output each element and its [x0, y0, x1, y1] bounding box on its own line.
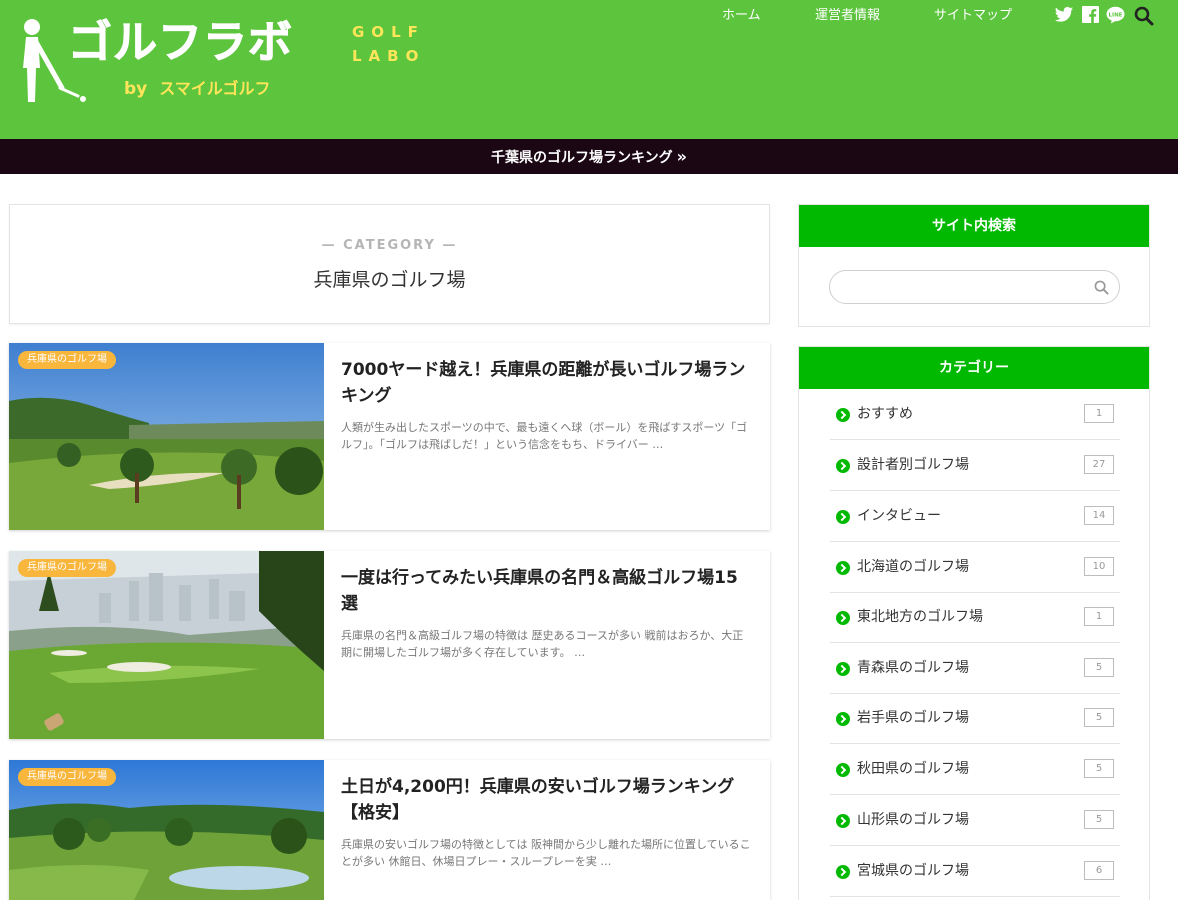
- chevron-right-icon: [836, 459, 850, 473]
- category-item[interactable]: おすすめ 1: [830, 389, 1120, 440]
- golf-course-image-icon: [9, 343, 324, 530]
- chevron-right-icon: [836, 510, 850, 524]
- site-logo[interactable]: ゴルフラボ GOLF LABO by スマイルゴルフ: [16, 14, 446, 109]
- article-card[interactable]: 兵庫県のゴルフ場 一度は行ってみたい兵庫県の名門＆高級ゴルフ場15選 兵庫県の名…: [9, 551, 770, 739]
- article-thumbnail[interactable]: 兵庫県のゴルフ場: [9, 760, 324, 900]
- line-icon[interactable]: LINE: [1106, 6, 1125, 28]
- chevron-right-icon: [836, 865, 850, 879]
- category-count: 27: [1084, 455, 1114, 474]
- category-name: 秋田県のゴルフ場: [857, 761, 969, 777]
- twitter-icon[interactable]: [1054, 6, 1074, 28]
- ranking-banner-text: 千葉県のゴルフ場ランキング: [491, 150, 673, 166]
- article-thumbnail[interactable]: 兵庫県のゴルフ場: [9, 343, 324, 530]
- category-count: 5: [1084, 708, 1114, 727]
- logo-labo-text: LABO: [352, 47, 426, 65]
- svg-text:LINE: LINE: [1109, 12, 1123, 18]
- category-header: — CATEGORY — 兵庫県のゴルフ場: [9, 204, 770, 324]
- logo-title: ゴルフラボ: [68, 17, 293, 69]
- category-item[interactable]: インタビュー 14: [830, 491, 1120, 542]
- ranking-banner: 千葉県のゴルフ場ランキング»: [0, 139, 1178, 174]
- chevron-right-icon: [836, 611, 850, 625]
- category-count: 10: [1084, 557, 1114, 576]
- category-name: おすすめ: [857, 406, 913, 422]
- category-count: 14: [1084, 506, 1114, 525]
- article-card[interactable]: 兵庫県のゴルフ場 7000ヤード越え！兵庫県の距離が長いゴルフ場ランキング 人類…: [9, 343, 770, 530]
- chevron-right-icon: [836, 814, 850, 828]
- article-excerpt: 人類が生み出したスポーツの中で、最も遠くへ球（ボール）を飛ばすスポーツ「ゴルフ」…: [341, 421, 748, 451]
- category-name: 東北地方のゴルフ場: [857, 609, 983, 625]
- category-name: 岩手県のゴルフ場: [857, 710, 969, 726]
- category-count: 5: [1084, 658, 1114, 677]
- nav-about[interactable]: 運営者情報: [815, 6, 880, 26]
- nav-home[interactable]: ホーム: [722, 6, 761, 26]
- category-item[interactable]: 宮城県のゴルフ場 6: [830, 846, 1120, 897]
- article-card[interactable]: 兵庫県のゴルフ場 土日が4,200円！兵庫県の安いゴルフ場ランキング【格安】 兵…: [9, 760, 770, 900]
- ranking-banner-link[interactable]: 千葉県のゴルフ場ランキング»: [0, 139, 1178, 176]
- category-name: インタビュー: [857, 508, 941, 524]
- nav-sitemap[interactable]: サイトマップ: [934, 6, 1012, 26]
- chevron-right-icon: [836, 662, 850, 676]
- category-label: — CATEGORY —: [321, 238, 458, 253]
- chevron-right-icon: [836, 561, 850, 575]
- article-category-badge[interactable]: 兵庫県のゴルフ場: [18, 351, 116, 369]
- search-icon[interactable]: [1094, 280, 1109, 295]
- category-item[interactable]: 山形県のゴルフ場 5: [830, 795, 1120, 846]
- category-name: 北海道のゴルフ場: [857, 559, 969, 575]
- article-category-badge[interactable]: 兵庫県のゴルフ場: [18, 768, 116, 786]
- logo-byline: by スマイルゴルフ: [124, 78, 270, 100]
- search-icon[interactable]: [1134, 6, 1154, 30]
- category-count: 1: [1084, 607, 1114, 626]
- category-item[interactable]: 設計者別ゴルフ場 27: [830, 440, 1120, 491]
- article-title[interactable]: 7000ヤード越え！兵庫県の距離が長いゴルフ場ランキング: [341, 357, 751, 409]
- category-name: 設計者別ゴルフ場: [857, 457, 969, 473]
- article-excerpt: 兵庫県の名門＆高級ゴルフ場の特徴は 歴史あるコースが多い 戦前はおろか、大正期に…: [341, 629, 744, 659]
- category-item[interactable]: 青森県のゴルフ場 5: [830, 643, 1120, 694]
- chevron-right-icon: [836, 763, 850, 777]
- category-widget: カテゴリー おすすめ 1 設計者別ゴルフ場 27 インタビュー 14 北海道のゴルフ場…: [798, 346, 1150, 900]
- golf-course-image-icon: [9, 551, 324, 739]
- category-count: 1: [1084, 404, 1114, 423]
- category-count: 5: [1084, 810, 1114, 829]
- category-name: 山形県のゴルフ場: [857, 812, 969, 828]
- article-thumbnail[interactable]: 兵庫県のゴルフ場: [9, 551, 324, 739]
- chevron-double-right-icon: »: [676, 147, 687, 166]
- category-item[interactable]: 秋田県のゴルフ場 5: [830, 744, 1120, 795]
- article-title[interactable]: 土日が4,200円！兵庫県の安いゴルフ場ランキング【格安】: [341, 774, 751, 826]
- facebook-icon[interactable]: [1082, 6, 1099, 27]
- category-item[interactable]: 岩手県のゴルフ場 5: [830, 693, 1120, 744]
- category-item[interactable]: 東北地方のゴルフ場 1: [830, 592, 1120, 643]
- search-widget: サイト内検索: [798, 204, 1150, 327]
- article-title[interactable]: 一度は行ってみたい兵庫県の名門＆高級ゴルフ場15選: [341, 565, 751, 617]
- category-name: 青森県のゴルフ場: [857, 660, 969, 676]
- logo-sub-text: スマイルゴルフ: [159, 79, 271, 98]
- search-widget-title: サイト内検索: [799, 205, 1149, 247]
- search-input[interactable]: [829, 270, 1120, 304]
- category-count: 5: [1084, 759, 1114, 778]
- chevron-right-icon: [836, 712, 850, 726]
- site-header: ゴルフラボ GOLF LABO by スマイルゴルフ ホーム 運営者情報 サイトマ…: [0, 0, 1178, 139]
- logo-by-text: by: [124, 79, 148, 99]
- article-excerpt: 兵庫県の安いゴルフ場の特徴としては 阪神間から少し離れた場所に位置していることが…: [341, 838, 751, 868]
- category-count: 6: [1084, 861, 1114, 880]
- chevron-right-icon: [836, 408, 850, 422]
- category-item[interactable]: 北海道のゴルフ場 10: [830, 542, 1120, 593]
- article-category-badge[interactable]: 兵庫県のゴルフ場: [18, 559, 116, 577]
- category-widget-title: カテゴリー: [799, 347, 1149, 389]
- logo-golf-text: GOLF: [352, 23, 425, 41]
- page-title: 兵庫県のゴルフ場: [313, 269, 466, 291]
- category-name: 宮城県のゴルフ場: [857, 863, 969, 879]
